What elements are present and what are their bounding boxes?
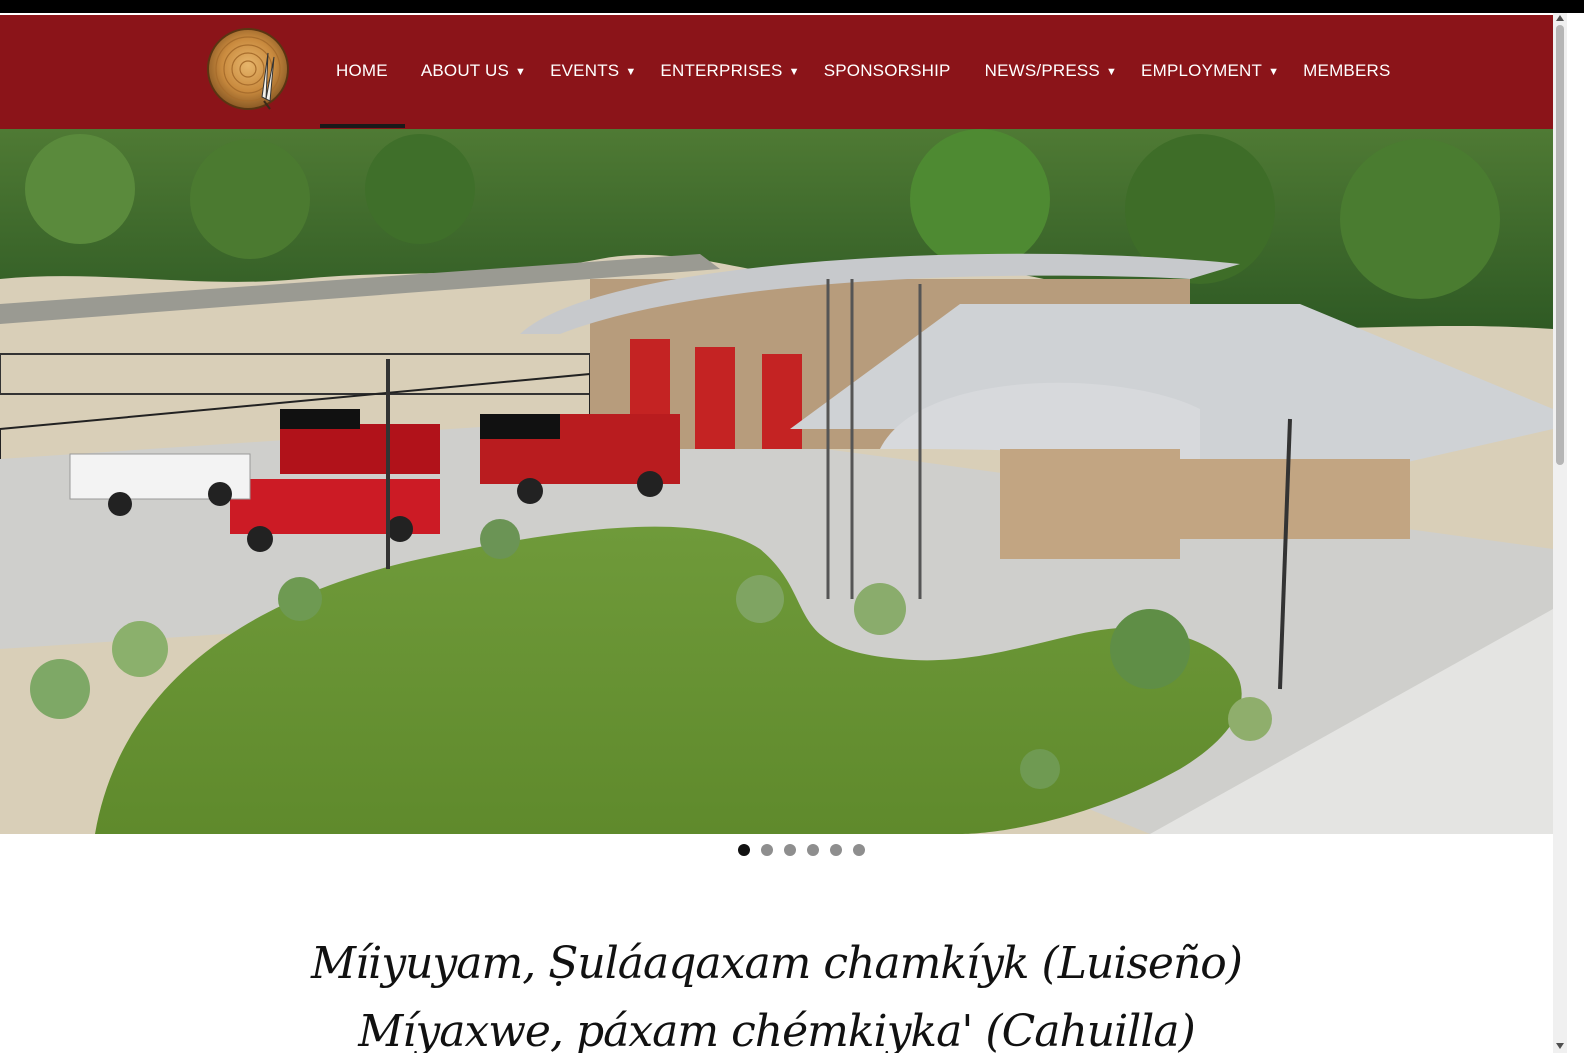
- chevron-down-icon: ▼: [1105, 65, 1118, 78]
- scroll-up-arrow-icon[interactable]: [1556, 15, 1564, 21]
- chevron-down-icon: ▼: [625, 65, 637, 78]
- chevron-down-icon: ▼: [1268, 65, 1280, 78]
- slider-dots: [738, 844, 865, 856]
- nav-item-label: NEWS/PRESS: [984, 61, 1100, 80]
- nav-item-label: EMPLOYMENT: [1141, 61, 1263, 80]
- nav-item-members[interactable]: MEMBERS: [1291, 15, 1402, 127]
- nav-item-about-us[interactable]: ABOUT US ▼: [405, 15, 538, 127]
- nav-item-label: HOME: [336, 61, 388, 80]
- nav-item-label: MEMBERS: [1303, 61, 1391, 80]
- chevron-down-icon: ▼: [788, 65, 800, 78]
- main-nav: HOME ABOUT US ▼ EVENTS ▼ ENTERPRISES ▼ S…: [320, 15, 1403, 128]
- slider-dot[interactable]: [830, 844, 842, 856]
- scrollbar-thumb[interactable]: [1556, 25, 1564, 465]
- nav-item-label: EVENTS: [550, 61, 620, 80]
- slider-dot[interactable]: [738, 844, 750, 856]
- nav-item-news-press[interactable]: NEWS/PRESS ▼: [968, 15, 1129, 127]
- tribal-seal-logo-icon[interactable]: [204, 25, 296, 117]
- fire-station-photo: [0, 129, 1553, 834]
- nav-item-enterprises[interactable]: ENTERPRISES ▼: [648, 15, 811, 127]
- slider-dot[interactable]: [853, 844, 865, 856]
- hero-slide[interactable]: [0, 129, 1553, 834]
- scrollbar[interactable]: [1553, 13, 1567, 1053]
- greeting-cahuilla: Míyaxwe, páxam chémkiyka' (Cahuilla): [358, 1006, 1196, 1053]
- slider-dot[interactable]: [761, 844, 773, 856]
- site-header: HOME ABOUT US ▼ EVENTS ▼ ENTERPRISES ▼ S…: [0, 13, 1553, 129]
- greeting-luiseno: Míiyuyam, Ṣuláaqaxam chamkíyk (Luiseño): [311, 938, 1243, 989]
- page: HOME ABOUT US ▼ EVENTS ▼ ENTERPRISES ▼ S…: [0, 0, 1584, 1053]
- chevron-down-icon: ▼: [515, 65, 527, 78]
- top-strip: [0, 0, 1584, 13]
- scroll-down-arrow-icon[interactable]: [1556, 1043, 1564, 1049]
- nav-item-label: ENTERPRISES: [660, 61, 783, 80]
- nav-item-label: ABOUT US: [420, 61, 510, 80]
- nav-item-sponsorship[interactable]: SPONSORSHIP: [812, 15, 968, 127]
- nav-item-employment[interactable]: EMPLOYMENT ▼: [1129, 15, 1291, 127]
- nav-item-home[interactable]: HOME: [320, 15, 405, 128]
- slider-dot[interactable]: [807, 844, 819, 856]
- slider-dot[interactable]: [784, 844, 796, 856]
- nav-item-events[interactable]: EVENTS ▼: [538, 15, 648, 127]
- nav-item-label: SPONSORSHIP: [823, 61, 951, 80]
